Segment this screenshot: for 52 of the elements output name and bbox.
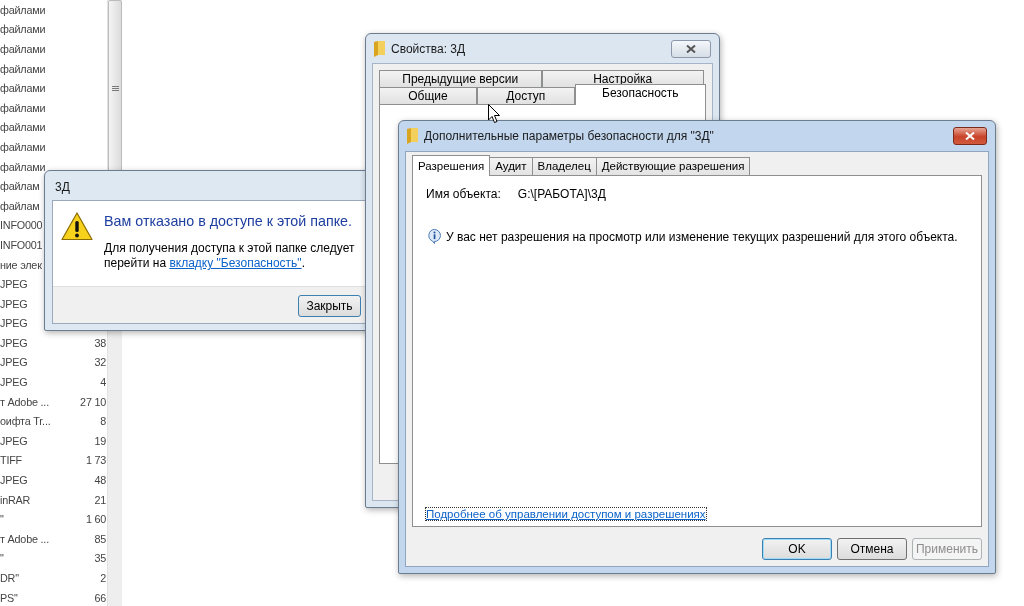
file-name: " [0, 552, 4, 565]
file-size: 38 [94, 336, 108, 349]
file-name: файлами [0, 160, 46, 173]
file-name: JPEG [0, 434, 28, 447]
window-title: 3Д [55, 179, 70, 194]
file-name: JPEG [0, 278, 28, 291]
file-size: 19 [94, 434, 108, 447]
window-title: Дополнительные параметры безопасности для "3Д" [424, 129, 714, 143]
file-name: файлами [0, 82, 46, 95]
object-name-label: Имя объекта: [426, 187, 501, 201]
file-name: JPEG [0, 474, 28, 487]
file-name: ние элек [0, 258, 42, 271]
file-name: файлами [0, 43, 46, 55]
info-message: У вас нет разрешения на просмотр или изменение текущих разрешений для этого объекта. [446, 229, 958, 244]
file-name: JPEG [0, 376, 28, 389]
file-name: DR" [0, 572, 19, 584]
file-name: оифта Tr... [0, 415, 51, 428]
file-name: т Adobe ... [0, 395, 49, 408]
file-name: JPEG [0, 297, 28, 310]
object-path: G:\[РАБОТА]\3Д [517, 187, 606, 201]
file-name: файлами [0, 121, 46, 134]
file-name: inRAR [0, 493, 31, 506]
file-size: 8 [100, 415, 108, 428]
file-size: 48 [94, 474, 108, 487]
file-name: JPEG [0, 317, 28, 330]
file-name: JPEG [0, 336, 28, 349]
file-size: 1 73 [85, 454, 108, 467]
file-size: 35 [94, 552, 108, 565]
file-name: т Adobe ... [0, 532, 49, 545]
file-size: 2 [100, 572, 108, 584]
file-name: файлами [0, 101, 46, 114]
file-size: 32 [94, 356, 108, 369]
file-name: JPEG [0, 356, 28, 369]
file-size: 66 [94, 591, 108, 604]
file-size: 85 [94, 532, 108, 545]
file-name: " [0, 513, 4, 526]
file-name: файлами [0, 3, 46, 16]
file-name: файлам [0, 180, 40, 193]
file-name: файлам [0, 199, 40, 212]
file-name: TIFF [0, 454, 22, 467]
error-heading: Вам отказано в доступе к этой папке. [104, 213, 353, 229]
window-title: Свойства: 3Д [391, 41, 466, 56]
file-size: 4 [100, 376, 108, 389]
file-name: PS" [0, 591, 18, 604]
file-name: файлами [0, 140, 46, 153]
file-size: 1 60 [85, 513, 108, 526]
file-name: файлами [0, 23, 46, 36]
file-name: INFO000 [0, 219, 43, 232]
file-size: 27 10 [80, 395, 108, 408]
file-name: файлами [0, 62, 46, 75]
file-size: 21 [94, 493, 108, 506]
file-name: INFO001 [0, 238, 43, 251]
